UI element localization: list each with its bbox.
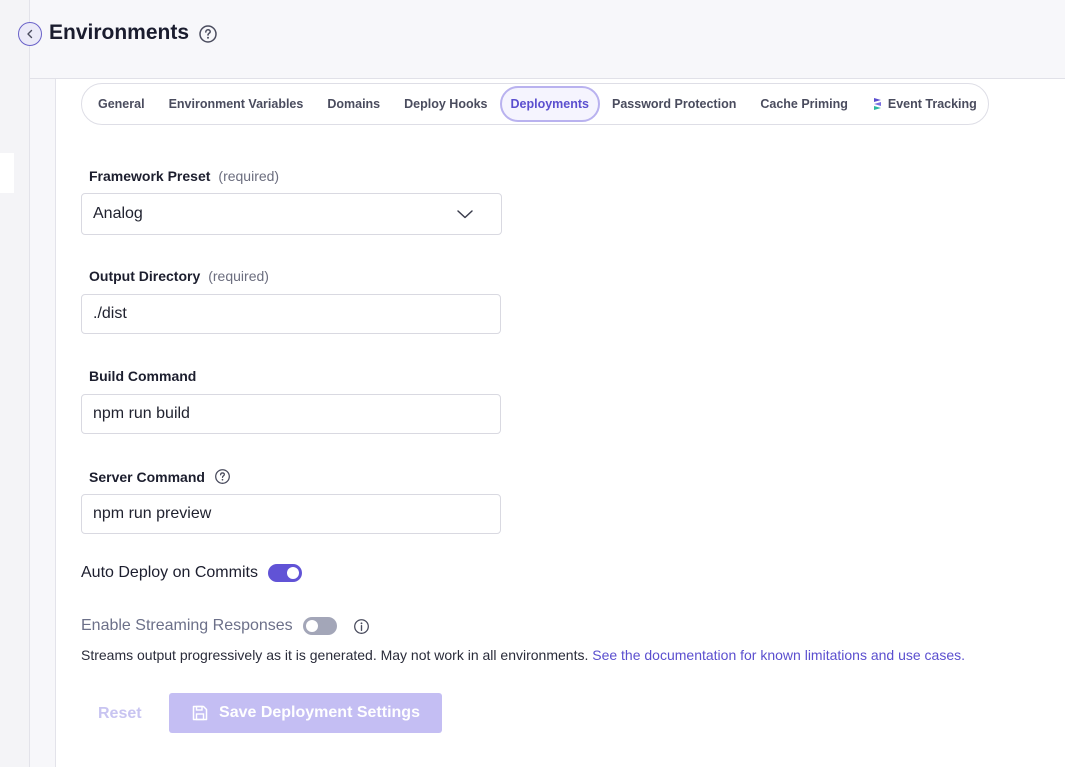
question-circle-icon[interactable] <box>198 24 218 44</box>
documentation-link[interactable]: See the documentation for known limitati… <box>592 647 965 663</box>
tab-label: Cache Priming <box>760 97 848 111</box>
tab-deploy-hooks[interactable]: Deploy Hooks <box>392 86 499 122</box>
chevron-left-icon <box>27 29 33 39</box>
output-directory-label: Output Directory (required) <box>89 268 269 284</box>
settings-panel: General Environment Variables Domains De… <box>55 79 1065 767</box>
left-rail <box>0 0 30 767</box>
tab-label: Deployments <box>510 97 590 111</box>
tab-label: Deploy Hooks <box>404 97 488 111</box>
streaming-description: Streams output progressively as it is ge… <box>81 647 965 663</box>
question-circle-icon[interactable] <box>214 468 231 485</box>
page-header: Environments <box>18 0 1065 79</box>
tab-event-tracking[interactable]: Event Tracking <box>860 86 989 122</box>
framework-preset-label: Framework Preset (required) <box>89 168 279 184</box>
tab-cache-priming[interactable]: Cache Priming <box>748 86 860 122</box>
tab-label: General <box>98 97 145 111</box>
toggle-knob <box>305 620 318 632</box>
streaming-row: Enable Streaming Responses <box>81 617 370 635</box>
streaming-toggle[interactable] <box>302 617 337 635</box>
save-icon <box>192 705 208 721</box>
description-text: Streams output progressively as it is ge… <box>81 647 589 663</box>
tab-environment-variables[interactable]: Environment Variables <box>157 86 316 122</box>
framework-preset-value: Analog <box>93 205 143 222</box>
server-command-input[interactable]: npm run preview <box>81 494 501 534</box>
info-icon[interactable] <box>353 618 370 635</box>
tab-deployments[interactable]: Deployments <box>499 86 600 122</box>
tab-label: Password Protection <box>612 97 737 111</box>
server-command-label: Server Command <box>89 468 231 485</box>
reset-button[interactable]: Reset <box>98 705 142 723</box>
rail-tab[interactable] <box>0 153 14 193</box>
streaming-label: Enable Streaming Responses <box>81 617 293 634</box>
label-text: Server Command <box>89 468 205 485</box>
tab-general[interactable]: General <box>86 86 157 122</box>
build-command-input[interactable]: npm run build <box>81 394 501 434</box>
chevron-down-icon <box>457 210 473 219</box>
auto-deploy-toggle[interactable] <box>267 564 302 582</box>
settings-tabbar: General Environment Variables Domains De… <box>81 83 989 125</box>
output-directory-value: ./dist <box>93 305 127 322</box>
tab-domains[interactable]: Domains <box>315 86 392 122</box>
label-text: Framework Preset <box>89 168 211 184</box>
stack-icon <box>872 97 883 111</box>
page-title: Environments <box>49 21 190 44</box>
toggle-knob <box>286 567 299 579</box>
build-command-value: npm run build <box>93 405 190 422</box>
build-command-label: Build Command <box>89 368 196 384</box>
save-label: Save Deployment Settings <box>219 704 420 721</box>
auto-deploy-row: Auto Deploy on Commits <box>81 564 302 582</box>
label-text: Build Command <box>89 368 197 384</box>
save-deployment-settings-button[interactable]: Save Deployment Settings <box>169 693 442 733</box>
back-button[interactable] <box>18 22 42 46</box>
tab-password-protection[interactable]: Password Protection <box>600 86 748 122</box>
tab-label: Environment Variables <box>168 97 304 111</box>
framework-preset-select[interactable]: Analog <box>81 193 502 235</box>
output-directory-input[interactable]: ./dist <box>81 294 501 334</box>
required-hint: (required) <box>218 168 280 184</box>
server-command-value: npm run preview <box>93 505 212 522</box>
auto-deploy-label: Auto Deploy on Commits <box>81 564 258 581</box>
label-text: Output Directory <box>89 268 201 284</box>
required-hint: (required) <box>208 268 269 284</box>
tab-label: Domains <box>327 97 381 111</box>
tab-label: Event Tracking <box>887 97 977 111</box>
